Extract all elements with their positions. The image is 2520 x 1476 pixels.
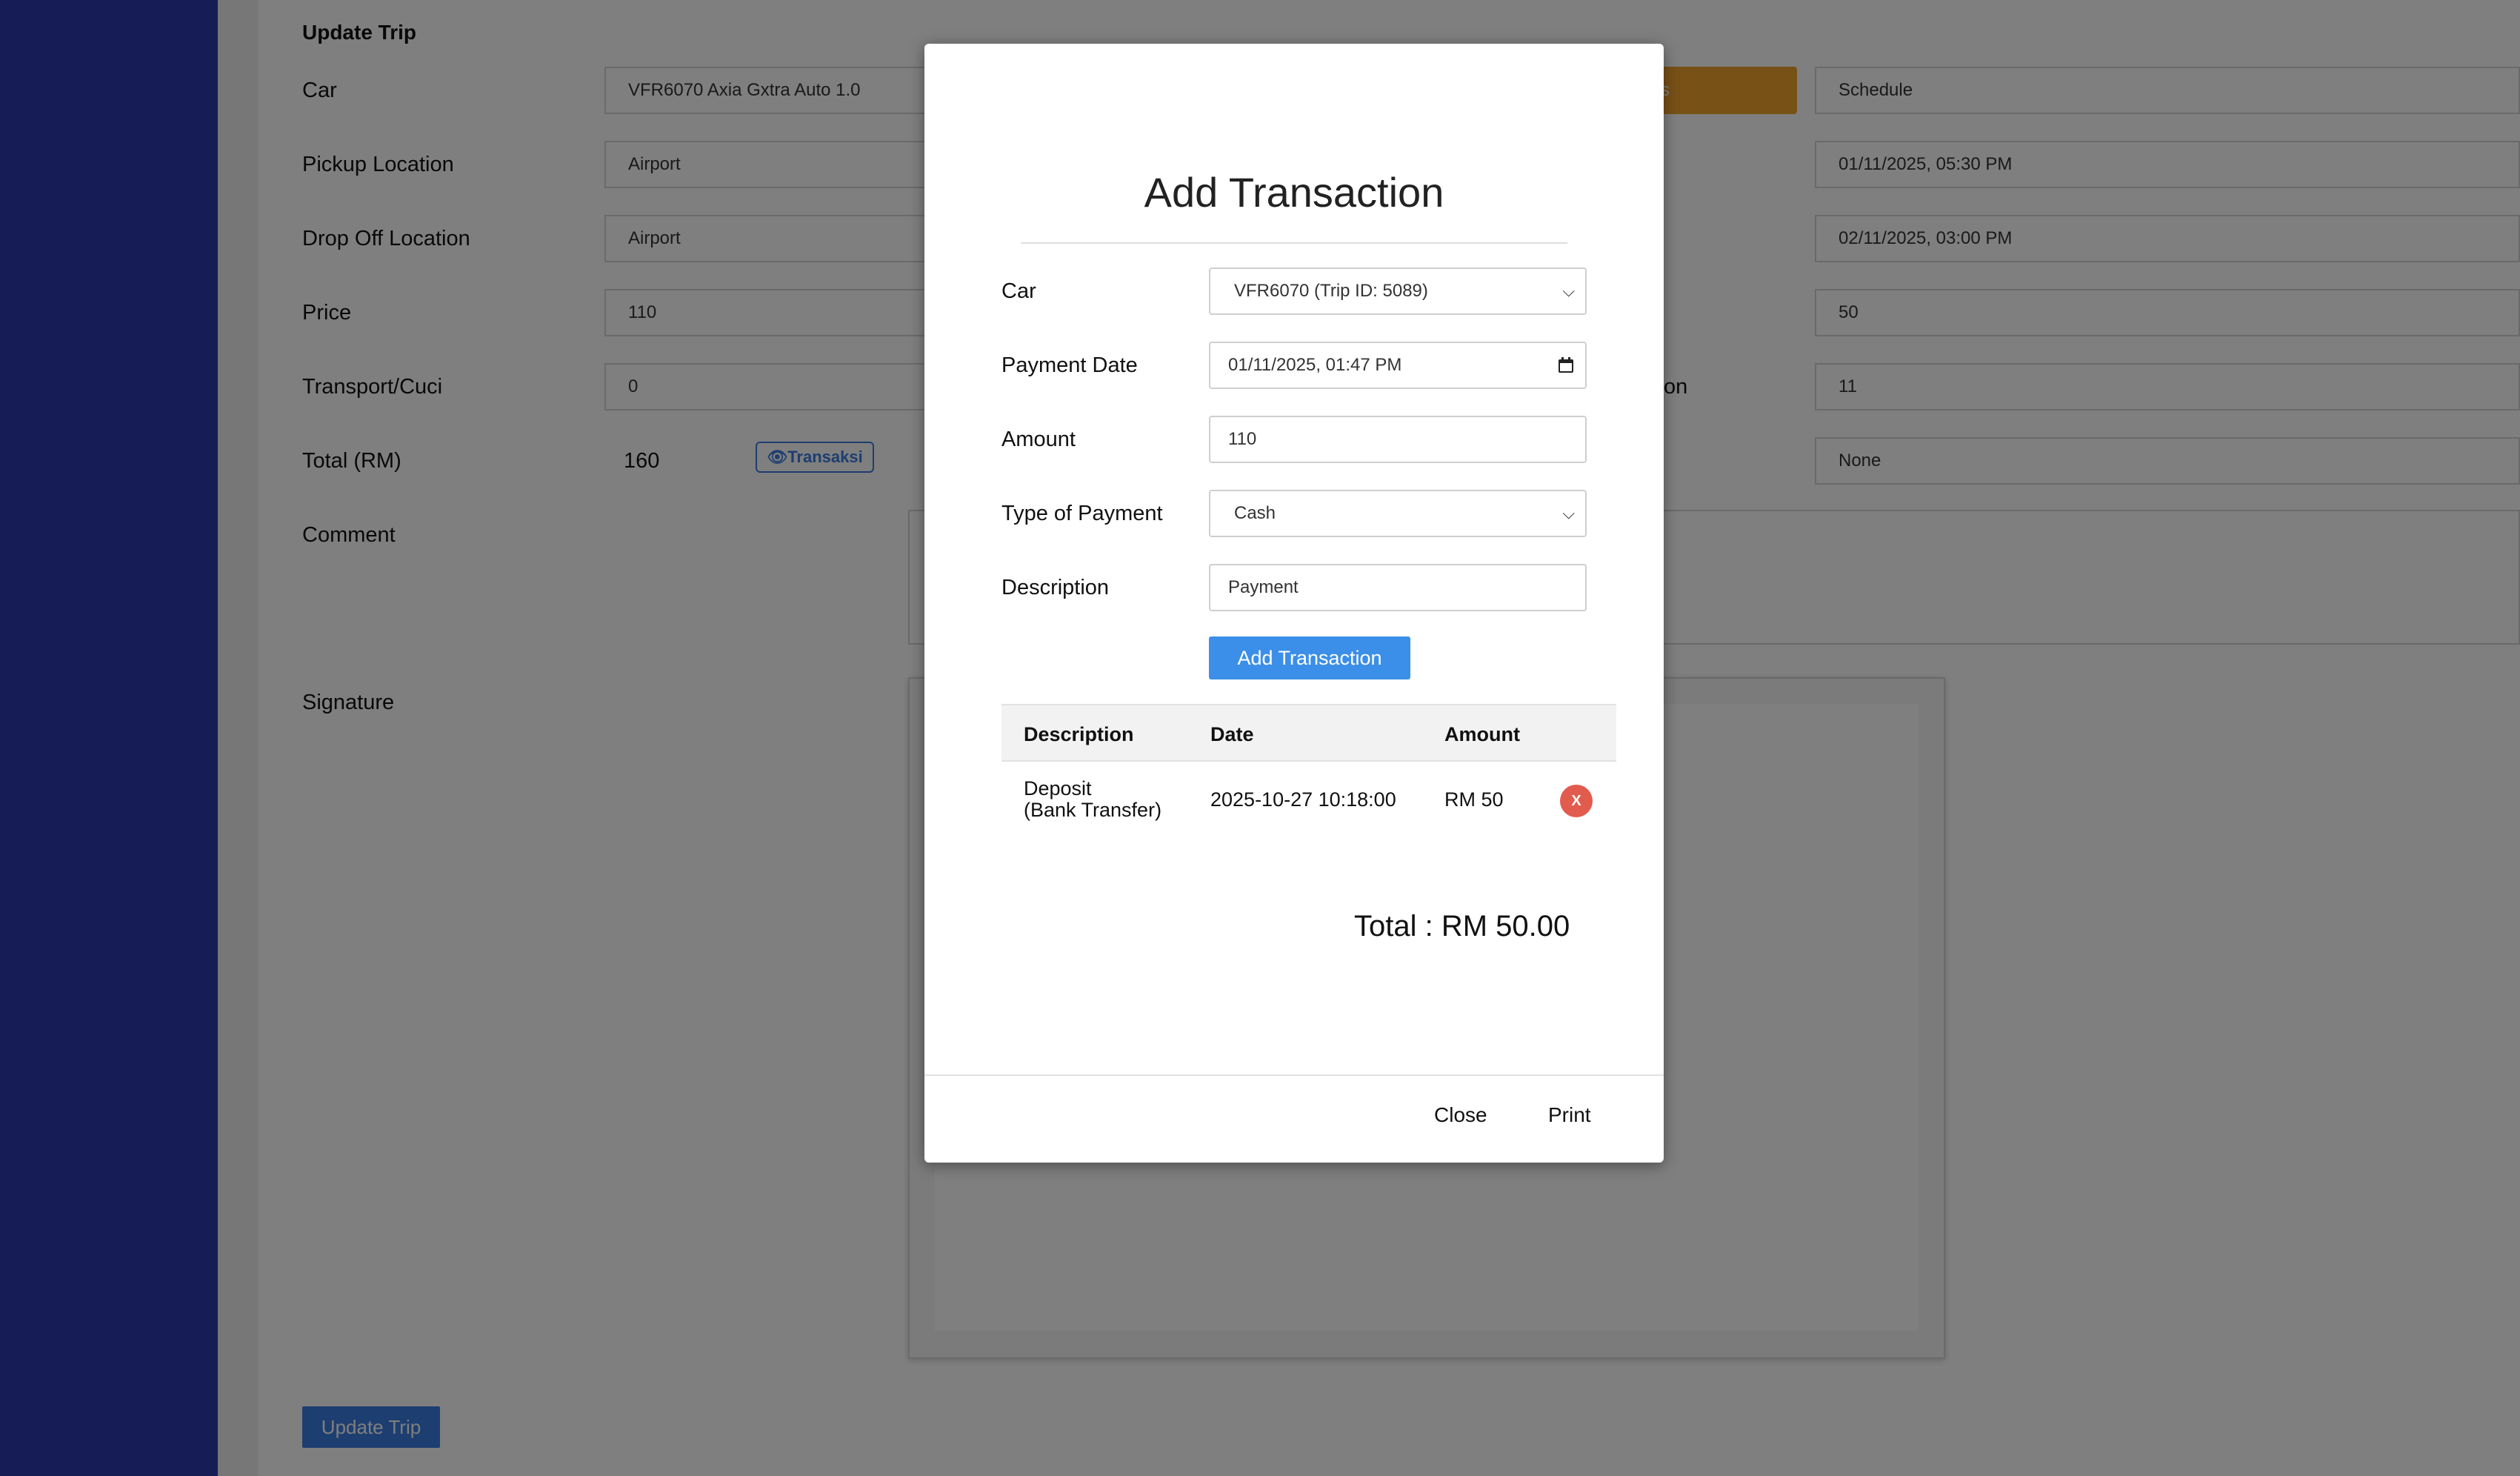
row-description-method: (Bank Transfer) — [1024, 799, 1162, 821]
amount-label: Amount — [1001, 428, 1076, 451]
car-field-value: VFR6070 (Trip ID: 5089) — [1234, 281, 1428, 301]
calendar-icon[interactable] — [1557, 356, 1575, 374]
header-date: Date — [1210, 723, 1254, 745]
chevron-down-icon: ⌵ — [1562, 504, 1575, 522]
title-divider — [1021, 242, 1567, 244]
add-transaction-button[interactable]: Add Transaction — [1209, 636, 1410, 679]
payment-type-value: Cash — [1234, 503, 1276, 523]
payment-type-select[interactable]: Cash ⌵ — [1209, 490, 1587, 537]
row-description: Deposit (Bank Transfer) — [1024, 778, 1161, 821]
transactions-total: Total : RM 50.00 — [1354, 910, 1570, 943]
header-amount: Amount — [1444, 723, 1520, 745]
print-button[interactable]: Print — [1548, 1103, 1591, 1127]
description-input[interactable]: Payment — [1209, 564, 1587, 611]
payment-date-value: 01/11/2025, 01:47 PM — [1228, 355, 1402, 375]
modal-title: Add Transaction — [1144, 169, 1444, 216]
payment-date-input[interactable]: 01/11/2025, 01:47 PM — [1209, 342, 1587, 389]
table-row: Deposit (Bank Transfer) 2025-10-27 10:18… — [1001, 762, 1616, 843]
row-description-main: Deposit — [1024, 777, 1092, 800]
close-button[interactable]: Close — [1434, 1103, 1487, 1127]
car-field-select[interactable]: VFR6070 (Trip ID: 5089) ⌵ — [1209, 267, 1587, 315]
transactions-table-header: Description Date Amount — [1001, 704, 1616, 762]
car-field-label: Car — [1001, 279, 1036, 303]
header-description: Description — [1024, 723, 1134, 745]
payment-date-label: Payment Date — [1001, 353, 1138, 377]
delete-transaction-button[interactable]: X — [1560, 785, 1593, 817]
footer-divider — [924, 1074, 1664, 1076]
description-label: Description — [1001, 576, 1110, 599]
row-amount: RM 50 — [1444, 788, 1504, 811]
add-transaction-modal: Add Transaction Car VFR6070 (Trip ID: 50… — [924, 44, 1664, 1163]
chevron-down-icon: ⌵ — [1562, 282, 1575, 300]
payment-type-label: Type of Payment — [1001, 502, 1163, 525]
amount-input[interactable]: 110 — [1209, 416, 1587, 463]
row-date: 2025-10-27 10:18:00 — [1210, 788, 1396, 811]
